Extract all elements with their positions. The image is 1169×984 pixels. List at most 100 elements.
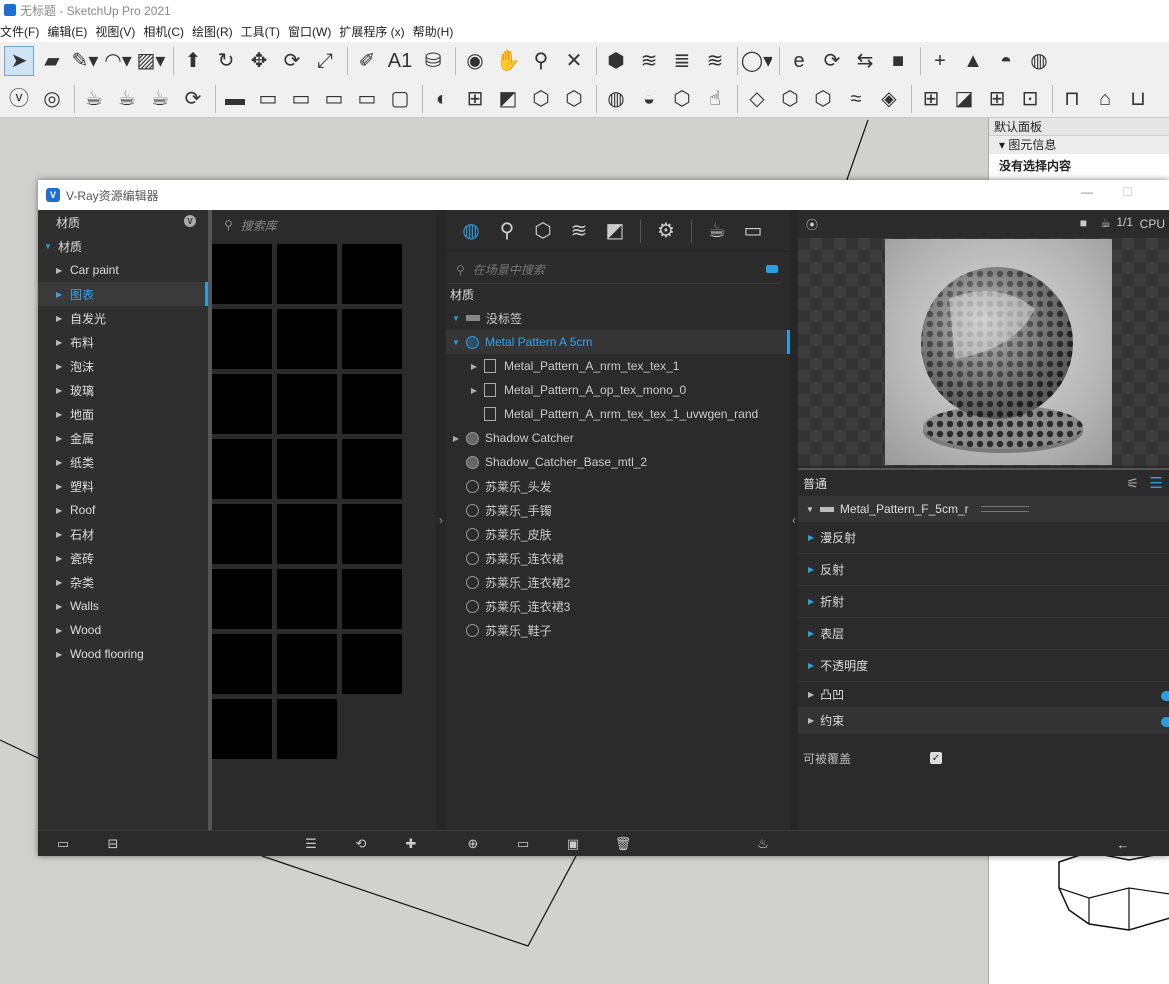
tree-material-item[interactable]: 苏莱乐_皮肤 <box>446 522 790 546</box>
vray-interactive-render-icon[interactable]: ☕ <box>112 84 142 114</box>
preview-mode[interactable]: CPU <box>1140 217 1165 231</box>
pan-tool[interactable]: ✋ <box>493 46 523 76</box>
material-thumbnail[interactable] <box>212 309 272 369</box>
user-account-icon[interactable]: ◯▾ <box>742 46 772 76</box>
extension-warehouse-icon[interactable]: ≋ <box>634 46 664 76</box>
import-folder-icon[interactable]: ▭ <box>514 835 532 853</box>
library-root-materials[interactable]: ▼ 材质 <box>38 234 208 258</box>
checker-sphere-icon[interactable]: ◍ <box>1024 46 1054 76</box>
library-category-item[interactable]: ▶ 纸类 <box>38 450 208 474</box>
property-section[interactable]: ▶ 不透明度 <box>798 650 1169 682</box>
material-thumbnail[interactable] <box>277 504 337 564</box>
material-thumbnail[interactable] <box>342 439 402 499</box>
material-thumbnail[interactable] <box>212 699 272 759</box>
menu-item[interactable]: 帮助(H) <box>413 23 462 40</box>
collapse-right-button[interactable]: ‹ <box>790 210 798 830</box>
tree-texture-item[interactable]: ▶ Metal_Pattern_A_op_tex_mono_0 <box>446 378 790 402</box>
material-thumbnail[interactable] <box>277 439 337 499</box>
vray-material-override-icon[interactable]: ⊞ <box>460 84 490 114</box>
material-thumbnail[interactable] <box>277 699 337 759</box>
offset-tool[interactable]: ↻ <box>211 46 241 76</box>
scale-tool[interactable]: ⤢ <box>310 46 340 76</box>
zoom-tool[interactable]: ⚲ <box>526 46 556 76</box>
vray-scatter-icon[interactable]: ◈ <box>874 84 904 114</box>
select-tool[interactable]: ➤ <box>4 46 34 76</box>
vray-section-icon[interactable]: ◩ <box>493 84 523 114</box>
filter-tag-icon[interactable] <box>766 265 778 273</box>
menu-item[interactable]: 相机(C) <box>143 23 192 40</box>
library-category-item[interactable]: ▶ 图表 <box>38 282 208 306</box>
render-teapot-icon[interactable]: ☕ <box>702 216 732 246</box>
property-toggle-section[interactable]: ▶ 凸凹 <box>798 682 1169 708</box>
drag-handle-icon[interactable] <box>980 506 1029 512</box>
material-thumbnail[interactable] <box>342 504 402 564</box>
vray-frame-icon[interactable]: ⊡ <box>1015 84 1045 114</box>
list-view-icon[interactable]: ☰ <box>302 835 320 853</box>
library-category-item[interactable]: ▶ Walls <box>38 594 208 618</box>
material-thumbnail[interactable] <box>212 244 272 304</box>
library-category-item[interactable]: ▶ 石材 <box>38 522 208 546</box>
tree-material-item[interactable]: 苏莱乐_连衣裙2 <box>446 570 790 594</box>
enable-toggle[interactable] <box>1161 691 1169 701</box>
line-tool[interactable]: ✎▾ <box>70 46 100 76</box>
save-icon[interactable]: ▣ <box>564 835 582 853</box>
material-thumbnail[interactable] <box>212 504 272 564</box>
material-thumbnail[interactable] <box>212 374 272 434</box>
vray-tray-icon[interactable]: ⊔ <box>1123 84 1153 114</box>
vray-grid-icon[interactable]: ⊞ <box>916 84 946 114</box>
textures-tab-icon[interactable]: ◩ <box>600 216 630 246</box>
paint-bucket-tool[interactable]: ⛁ <box>418 46 448 76</box>
menu-item[interactable]: 绘图(R) <box>192 23 241 40</box>
vray-asset-editor-icon[interactable]: ◎ <box>37 84 67 114</box>
library-category-item[interactable]: ▶ 杂类 <box>38 570 208 594</box>
enscape-start-icon[interactable]: e <box>784 46 814 76</box>
material-thumbnail[interactable] <box>212 569 272 629</box>
vray-render-icon[interactable]: ☕ <box>79 84 109 114</box>
tree-texture-item[interactable]: ▶ Metal_Pattern_A_nrm_tex_tex_1 <box>446 354 790 378</box>
open-folder-icon[interactable]: ▭ <box>54 835 72 853</box>
zoom-extents-tool[interactable]: ✕ <box>559 46 589 76</box>
menu-item[interactable]: 工具(T) <box>241 23 288 40</box>
materials-tab-icon[interactable]: ◍ <box>456 216 486 246</box>
tree-material-item[interactable]: 苏莱乐_连衣裙 <box>446 546 790 570</box>
entity-info-section[interactable]: ▾ 图元信息 <box>989 136 1169 154</box>
property-toggle-section[interactable]: ▶ 约束 <box>798 708 1169 734</box>
library-category-item[interactable]: ▶ 泡沫 <box>38 354 208 378</box>
library-category-item[interactable]: ▶ Car paint <box>38 258 208 282</box>
scene-search[interactable]: ⚲ 在场景中搜索 <box>448 256 782 284</box>
move-tool[interactable]: ✥ <box>244 46 274 76</box>
tree-material-item[interactable]: Shadow_Catcher_Base_mtl_2 <box>446 450 790 474</box>
rotate-tool[interactable]: ⟳ <box>277 46 307 76</box>
vray-cloud-icon[interactable]: ⟳ <box>178 84 208 114</box>
material-thumbnail[interactable] <box>277 244 337 304</box>
rectangle-tool[interactable]: ▨▾ <box>136 46 166 76</box>
material-thumbnail[interactable] <box>277 309 337 369</box>
material-thumbnail[interactable] <box>342 634 402 694</box>
menu-item[interactable]: 文件(F) <box>0 23 47 40</box>
vray-logo-icon[interactable]: ⓥ <box>4 84 34 114</box>
library-category-item[interactable]: ▶ 自发光 <box>38 306 208 330</box>
library-view-icon[interactable]: ⊟ <box>104 835 122 853</box>
add-icon[interactable]: + <box>925 46 955 76</box>
frame-buffer-icon[interactable]: ▭ <box>738 216 768 246</box>
material-thumbnail[interactable] <box>342 374 402 434</box>
material-thumbnail[interactable] <box>212 439 272 499</box>
teapot-icon[interactable]: ☕ <box>1100 216 1111 230</box>
layers-tab-icon[interactable]: ≋ <box>564 216 594 246</box>
tree-material-item[interactable]: ▶ Shadow Catcher <box>446 426 790 450</box>
property-section[interactable]: ▶ 反射 <box>798 554 1169 586</box>
vray-viewport-icon[interactable]: ▭ <box>319 84 349 114</box>
tree-material-item[interactable]: 苏莱乐_鞋子 <box>446 618 790 642</box>
sun-icon[interactable]: ◓ <box>991 46 1021 76</box>
enscape-link-icon[interactable]: ⇆ <box>850 46 880 76</box>
library-category-item[interactable]: ▶ Roof <box>38 498 208 522</box>
vray-grid2-icon[interactable]: ⊞ <box>982 84 1012 114</box>
vray-box-plus-icon[interactable]: ⬡ <box>808 84 838 114</box>
maximize-button[interactable]: ☐ <box>1122 185 1133 199</box>
vray-export-icon[interactable]: ⬡ <box>667 84 697 114</box>
vray-light-gen-icon[interactable]: ◐ <box>427 84 457 114</box>
enscape-sync-icon[interactable]: ⟳ <box>817 46 847 76</box>
library-category-item[interactable]: ▶ 金属 <box>38 426 208 450</box>
minimize-button[interactable]: — <box>1081 185 1093 199</box>
vray-cursor-icon[interactable]: ☝ <box>700 84 730 114</box>
